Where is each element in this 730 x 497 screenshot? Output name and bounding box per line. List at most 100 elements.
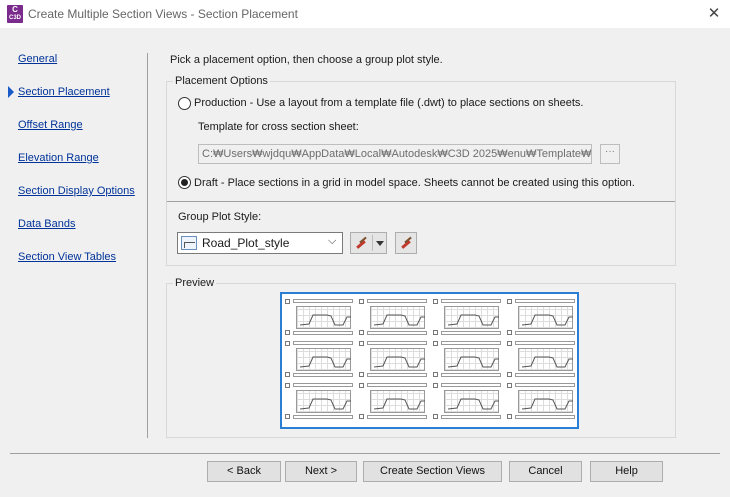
group-plot-style-label: Group Plot Style: bbox=[178, 211, 262, 223]
sidebar-divider bbox=[147, 53, 148, 438]
thumbnail-title-bar bbox=[293, 383, 353, 387]
thumbnail-band bbox=[367, 331, 427, 335]
thumbnail-marker bbox=[359, 330, 364, 335]
pick-plot-style-button[interactable] bbox=[395, 232, 417, 254]
production-label: Production - Use a layout from a templat… bbox=[194, 97, 584, 109]
sidebar-item-section-placement[interactable]: Section Placement bbox=[18, 86, 110, 98]
section-view-thumbnail bbox=[359, 381, 429, 421]
section-view-thumbnail bbox=[285, 339, 355, 379]
brush-magnifier-icon bbox=[400, 237, 412, 249]
thumbnail-band bbox=[441, 415, 501, 419]
thumbnail-title-bar bbox=[293, 341, 353, 345]
thumbnail-marker bbox=[285, 383, 290, 388]
sidebar-item-section-view-tables[interactable]: Section View Tables bbox=[18, 251, 116, 263]
sidebar-item-general[interactable]: General bbox=[18, 53, 57, 65]
thumbnail-graph bbox=[518, 306, 573, 329]
help-button[interactable]: Help bbox=[590, 461, 663, 482]
section-view-thumbnail bbox=[507, 339, 577, 379]
thumbnail-marker bbox=[433, 372, 438, 377]
thumbnail-graph bbox=[370, 348, 425, 371]
thumbnail-graph bbox=[518, 390, 573, 413]
sidebar-item-section-display-options[interactable]: Section Display Options bbox=[18, 185, 135, 197]
thumbnail-marker bbox=[433, 341, 438, 346]
group-plot-style-dropdown[interactable]: Road_Plot_style ⌵ bbox=[177, 232, 343, 254]
instruction-text: Pick a placement option, then choose a g… bbox=[170, 54, 443, 66]
thumbnail-title-bar bbox=[367, 341, 427, 345]
thumbnail-marker bbox=[507, 414, 512, 419]
template-path-field: C:₩Users₩wjdqu₩AppData₩Local₩Autodesk₩C3… bbox=[198, 144, 592, 164]
section-view-thumbnail bbox=[285, 381, 355, 421]
thumbnail-marker bbox=[359, 414, 364, 419]
thumbnail-marker bbox=[359, 341, 364, 346]
thumbnail-marker bbox=[359, 383, 364, 388]
thumbnail-graph bbox=[296, 306, 351, 329]
thumbnail-graph bbox=[296, 390, 351, 413]
preview-canvas bbox=[280, 292, 579, 429]
thumbnail-band bbox=[515, 373, 575, 377]
thumbnail-title-bar bbox=[367, 299, 427, 303]
sidebar-item-elevation-range[interactable]: Elevation Range bbox=[18, 152, 99, 164]
civil3d-app-icon: C C3D bbox=[7, 5, 23, 23]
caret-down-icon bbox=[376, 241, 384, 246]
title-bar: C C3D Create Multiple Section Views - Sec… bbox=[0, 0, 730, 28]
thumbnail-marker bbox=[285, 341, 290, 346]
section-view-thumbnail bbox=[433, 339, 503, 379]
sidebar-item-offset-range[interactable]: Offset Range bbox=[18, 119, 83, 131]
section-view-thumbnail bbox=[433, 381, 503, 421]
thumbnail-title-bar bbox=[515, 341, 575, 345]
thumbnail-band bbox=[367, 373, 427, 377]
thumbnail-title-bar bbox=[515, 383, 575, 387]
thumbnail-marker bbox=[507, 299, 512, 304]
thumbnail-band bbox=[293, 331, 353, 335]
draft-label: Draft - Place sections in a grid in mode… bbox=[194, 177, 635, 189]
thumbnail-marker bbox=[433, 330, 438, 335]
thumbnail-band bbox=[293, 415, 353, 419]
thumbnail-graph bbox=[444, 306, 499, 329]
section-view-thumbnail bbox=[285, 297, 355, 337]
sidebar-item-data-bands[interactable]: Data Bands bbox=[18, 218, 75, 230]
thumbnail-marker bbox=[285, 372, 290, 377]
template-label: Template for cross section sheet: bbox=[198, 121, 359, 133]
thumbnail-graph bbox=[296, 348, 351, 371]
thumbnail-marker bbox=[433, 383, 438, 388]
thumbnail-marker bbox=[433, 414, 438, 419]
brush-icon bbox=[355, 237, 367, 249]
section-view-thumbnail bbox=[433, 297, 503, 337]
cancel-button[interactable]: Cancel bbox=[509, 461, 582, 482]
plot-style-icon bbox=[181, 236, 197, 250]
next-button[interactable]: Next > bbox=[285, 461, 357, 482]
thumbnail-marker bbox=[285, 299, 290, 304]
thumbnail-title-bar bbox=[441, 383, 501, 387]
thumbnail-title-bar bbox=[293, 299, 353, 303]
thumbnail-marker bbox=[507, 372, 512, 377]
chevron-down-icon: ⌵ bbox=[328, 235, 337, 247]
thumbnail-title-bar bbox=[441, 341, 501, 345]
thumbnail-marker bbox=[359, 372, 364, 377]
thumbnail-marker bbox=[359, 299, 364, 304]
thumbnail-graph bbox=[444, 348, 499, 371]
thumbnail-title-bar bbox=[515, 299, 575, 303]
thumbnail-title-bar bbox=[367, 383, 427, 387]
thumbnail-marker bbox=[433, 299, 438, 304]
close-icon[interactable]: ✕ bbox=[706, 6, 722, 22]
section-view-thumbnail bbox=[507, 297, 577, 337]
window-title: Create Multiple Section Views - Section … bbox=[28, 7, 298, 21]
preview-label: Preview bbox=[173, 277, 217, 289]
draft-radio[interactable] bbox=[178, 176, 191, 189]
production-radio[interactable] bbox=[178, 97, 191, 110]
thumbnail-marker bbox=[507, 383, 512, 388]
section-view-thumbnail bbox=[507, 381, 577, 421]
thumbnail-title-bar bbox=[441, 299, 501, 303]
thumbnail-marker bbox=[507, 341, 512, 346]
thumbnail-band bbox=[293, 373, 353, 377]
footer-divider bbox=[10, 453, 720, 454]
section-view-thumbnail bbox=[359, 297, 429, 337]
edit-plot-style-button[interactable] bbox=[350, 232, 387, 254]
placement-options-label: Placement Options bbox=[173, 75, 270, 87]
thumbnail-band bbox=[441, 373, 501, 377]
plot-style-value: Road_Plot_style bbox=[202, 236, 290, 250]
split-divider bbox=[372, 235, 373, 251]
create-section-views-button[interactable]: Create Section Views bbox=[363, 461, 502, 482]
back-button[interactable]: < Back bbox=[207, 461, 281, 482]
section-view-thumbnail bbox=[359, 339, 429, 379]
